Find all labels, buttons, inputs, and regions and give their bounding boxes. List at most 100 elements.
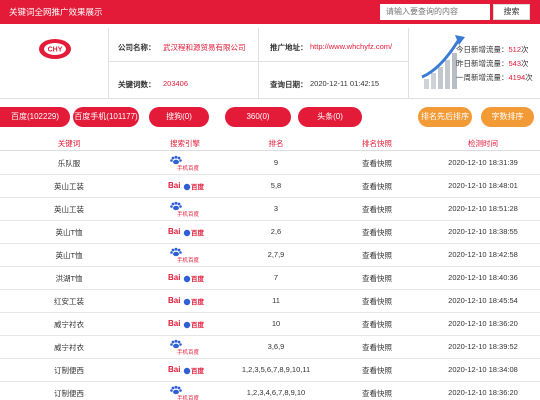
check-time-cell: 2020-12-10 18:36:20 <box>448 319 518 328</box>
baidu-logo-text: 百度 <box>191 276 204 283</box>
baidu-mobile-logo-icon: 手机百度 <box>166 155 206 172</box>
sort-by-length-button[interactable]: 字数排序 <box>481 107 534 127</box>
keyword-count-label: 关键词数： <box>118 80 156 89</box>
snapshot-link[interactable]: 查看快照 <box>362 273 392 284</box>
week-traffic: 一周新增流量：4194次 <box>456 73 533 82</box>
rank-cell: 3 <box>273 204 279 213</box>
baidu-logo-text: 百度 <box>191 230 204 237</box>
table-row: 洪湖T恤 Bai 百度 7 查看快照 2020-12-10 18:40:36 <box>0 267 540 290</box>
check-time-cell: 2020-12-10 18:40:36 <box>448 273 518 282</box>
baidu-logo-text: 百度 <box>191 368 204 375</box>
search-input[interactable] <box>380 4 490 20</box>
keyword-cell: 威宁衬衣 <box>54 320 84 329</box>
tab-360[interactable]: 360(0) <box>225 107 291 127</box>
page-title: 关键词全网推广效果展示 <box>9 7 103 17</box>
baidu-logo-text: Bai <box>168 319 181 328</box>
keyword-cell: 洪湖T恤 <box>55 274 83 283</box>
tab-baidu[interactable]: 百度(102229) <box>0 107 70 127</box>
table-row: 英山工装 Bai 百度 5,8 查看快照 2020-12-10 18:48:01 <box>0 175 540 198</box>
baidu-logo-text: 百度 <box>191 322 204 329</box>
check-time-cell: 2020-12-10 18:39:52 <box>448 342 518 351</box>
column-header-keyword: 关键词 <box>57 139 81 148</box>
column-header-engine: 搜索引擎 <box>170 139 200 148</box>
baidu-logo-icon: Bai 百度 <box>166 270 206 287</box>
baidu-mobile-logo-icon: 手机百度 <box>166 247 206 264</box>
table-row: 乐队服手机百度 9 查看快照 2020-12-10 18:31:39 <box>0 152 540 175</box>
rank-cell: 2,7,9 <box>267 250 285 259</box>
baidu-mobile-label: 手机百度 <box>177 166 200 172</box>
keyword-cell: 英山工装 <box>54 182 84 191</box>
snapshot-link[interactable]: 查看快照 <box>362 319 392 330</box>
baidu-logo-icon: Bai 百度 <box>166 178 206 195</box>
check-time-cell: 2020-12-10 18:48:01 <box>448 181 518 190</box>
site-label: 推广地址： <box>270 43 308 52</box>
check-time-cell: 2020-12-10 18:31:39 <box>448 158 518 167</box>
keyword-cell: 英山T恤 <box>55 251 83 260</box>
baidu-logo-icon: Bai 百度 <box>166 293 206 310</box>
check-time-cell: 2020-12-10 18:34:08 <box>448 365 518 374</box>
baidu-mobile-label: 手机百度 <box>177 350 200 356</box>
baidu-logo-text: 百度 <box>191 184 204 191</box>
baidu-logo-text: Bai <box>168 181 181 190</box>
baidu-logo-icon: Bai 百度 <box>166 362 206 379</box>
rank-cell: 7 <box>273 273 279 282</box>
snapshot-link[interactable]: 查看快照 <box>362 204 392 215</box>
logo-icon: CHY <box>38 38 71 59</box>
sort-by-rank-button[interactable]: 排名先后排序 <box>418 107 472 127</box>
table-row: 英山T恤手机百度 2,7,9 查看快照 2020-12-10 18:42:58 <box>0 244 540 267</box>
query-date-label: 查询日期： <box>270 80 308 89</box>
tab-toutiao[interactable]: 头条(0) <box>298 107 362 127</box>
baidu-logo-icon: Bai 百度 <box>166 316 206 333</box>
table-row: 英山T恤 Bai 百度 2,6 查看快照 2020-12-10 18:38:55 <box>0 221 540 244</box>
site-link[interactable]: http://www.whchyfz.com/ <box>310 42 392 51</box>
baidu-logo-text: Bai <box>168 227 181 236</box>
baidu-mobile-label: 手机百度 <box>177 258 200 264</box>
baidu-logo-icon: Bai 百度 <box>166 224 206 241</box>
check-time-cell: 2020-12-10 18:38:55 <box>448 227 518 236</box>
snapshot-link[interactable]: 查看快照 <box>362 250 392 261</box>
keyword-cell: 威宁衬衣 <box>54 343 84 352</box>
column-header-snapshot: 排名快照 <box>362 139 392 148</box>
keyword-cell: 订制便西 <box>54 389 84 398</box>
tab-baidu-mobile[interactable]: 百度手机(101177) <box>73 107 139 127</box>
table-row: 红安工装 Bai 百度 11 查看快照 2020-12-10 18:45:54 <box>0 290 540 313</box>
snapshot-link[interactable]: 查看快照 <box>362 296 392 307</box>
check-time-cell: 2020-12-10 18:36:20 <box>448 388 518 397</box>
column-header-time: 检测时间 <box>468 139 498 148</box>
snapshot-link[interactable]: 查看快照 <box>362 227 392 238</box>
top-bar: 关键词全网推广效果展示 搜索 <box>0 0 540 24</box>
company-logo: CHY <box>22 33 87 64</box>
baidu-mobile-logo-icon: 手机百度 <box>166 201 206 218</box>
baidu-mobile-logo-icon: 手机百度 <box>166 339 206 356</box>
tab-sogou[interactable]: 搜狗(0) <box>149 107 209 127</box>
baidu-logo-text: Bai <box>168 273 181 282</box>
baidu-logo-text: 百度 <box>191 299 204 306</box>
snapshot-link[interactable]: 查看快照 <box>362 158 392 169</box>
query-date-value: 2020-12-11 01:42:15 <box>310 79 380 88</box>
snapshot-link[interactable]: 查看快照 <box>362 342 392 353</box>
check-time-cell: 2020-12-10 18:45:54 <box>448 296 518 305</box>
keyword-cell: 乐队服 <box>57 159 81 168</box>
company-name-value: 武汉程和源贸易有限公司 <box>163 43 246 52</box>
keyword-cell: 英山工装 <box>54 205 84 214</box>
filter-row: 百度(102229) 百度手机(101177) 搜狗(0) 360(0) 头条(… <box>0 107 540 127</box>
divider <box>0 98 540 99</box>
search-button[interactable]: 搜索 <box>493 4 530 20</box>
rank-cell: 11 <box>272 296 280 305</box>
check-time-cell: 2020-12-10 18:42:58 <box>448 250 518 259</box>
baidu-mobile-label: 手机百度 <box>177 212 200 218</box>
yesterday-traffic-value: 543 <box>508 59 522 68</box>
keyword-cell: 红安工装 <box>54 297 84 306</box>
divider <box>108 28 109 98</box>
snapshot-link[interactable]: 查看快照 <box>362 388 392 399</box>
snapshot-link[interactable]: 查看快照 <box>362 181 392 192</box>
table-row: 英山工装 手机百度 3 查看快照 2020-12-10 18:51:28 <box>0 198 540 221</box>
baidu-logo-text: Bai <box>168 365 181 374</box>
table-row: 威宁衬衣 手机百度 3,6,9 查看快照 2020-12-10 18:39:52 <box>0 336 540 359</box>
snapshot-link[interactable]: 查看快照 <box>362 365 392 376</box>
divider <box>408 28 409 98</box>
rank-cell: 9 <box>273 158 279 167</box>
rank-cell: 2,6 <box>270 227 282 236</box>
table-row: 威宁衬衣 Bai 百度 10 查看快照 2020-12-10 18:36:20 <box>0 313 540 336</box>
rank-cell: 5,8 <box>270 181 282 190</box>
